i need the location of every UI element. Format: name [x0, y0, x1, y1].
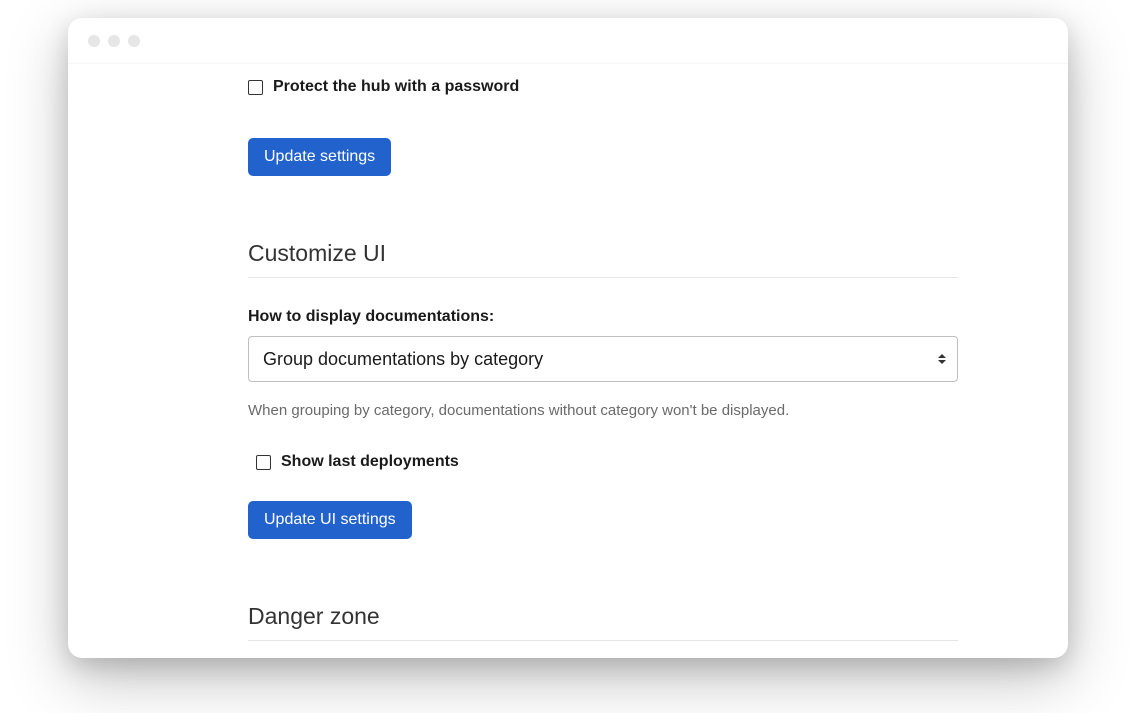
window-controls [88, 35, 140, 47]
minimize-window-icon[interactable] [108, 35, 120, 47]
show-last-deployments-row: Show last deployments [256, 453, 958, 471]
protect-hub-checkbox[interactable] [248, 80, 263, 95]
maximize-window-icon[interactable] [128, 35, 140, 47]
protect-hub-row: Protect the hub with a password [248, 78, 958, 96]
settings-content: Protect the hub with a password Update s… [68, 64, 1068, 641]
display-documentations-select[interactable]: Group documentations by category [248, 336, 958, 382]
display-documentations-label: How to display documentations: [248, 308, 958, 326]
show-last-deployments-label: Show last deployments [281, 453, 459, 471]
window-titlebar [68, 18, 1068, 64]
customize-ui-heading: Customize UI [248, 240, 958, 278]
danger-zone-heading: Danger zone [248, 603, 958, 641]
close-window-icon[interactable] [88, 35, 100, 47]
update-settings-button[interactable]: Update settings [248, 138, 391, 176]
app-window: Protect the hub with a password Update s… [68, 18, 1068, 658]
display-help-text: When grouping by category, documentation… [248, 402, 958, 419]
show-last-deployments-checkbox[interactable] [256, 455, 271, 470]
display-select-wrapper: Group documentations by category [248, 336, 958, 382]
update-ui-settings-button[interactable]: Update UI settings [248, 501, 412, 539]
protect-hub-label: Protect the hub with a password [273, 78, 519, 96]
